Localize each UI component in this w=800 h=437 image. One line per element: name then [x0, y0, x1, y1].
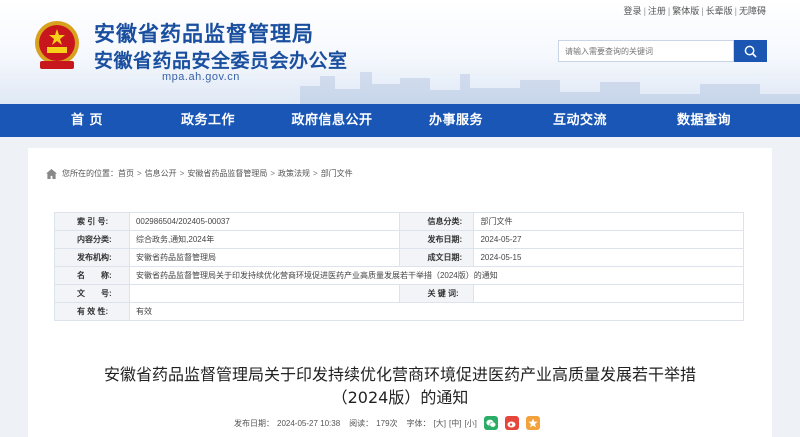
breadcrumb-home[interactable]: 首页: [118, 168, 134, 179]
site-subtitle: 安徽省药品安全委员会办公室: [94, 50, 348, 72]
font-small-button[interactable]: [小]: [464, 418, 476, 429]
star-icon: [528, 418, 538, 428]
search-icon: [744, 45, 757, 58]
index-number-label: 索 引 号:: [54, 212, 130, 231]
info-category-value: 部门文件: [473, 212, 744, 231]
table-row: 名 称: 安徽省药品监督管理局关于印发持续优化营商环境促进医药产业高质量发展若干…: [54, 266, 745, 285]
font-size-label: 字体：: [406, 418, 431, 428]
font-medium-button[interactable]: [中]: [449, 418, 461, 429]
doc-number-value: [128, 284, 400, 303]
nav-information-disclosure[interactable]: 政府信息公开: [270, 104, 394, 137]
views-label: 阅读：: [349, 418, 374, 428]
site-domain: mpa.ah.gov.cn: [162, 71, 240, 83]
qzone-share-button[interactable]: [525, 416, 540, 430]
written-date-label: 成文日期:: [398, 248, 475, 267]
national-emblem-icon: [35, 21, 79, 69]
publisher-label: 发布机构:: [54, 248, 130, 267]
content-category-label: 内容分类:: [54, 230, 130, 249]
document-metadata-table: 索 引 号: 002986504/202405-00037 信息分类: 部门文件…: [54, 212, 745, 321]
document-info-bar: 发布日期： 2024-05-27 10:38 阅读： 179次 字体： [大] …: [234, 416, 543, 430]
site-header: 安徽省药品监督管理局 安徽省药品安全委员会办公室 mpa.ah.gov.cn 登…: [0, 0, 800, 104]
info-category-label: 信息分类:: [398, 212, 475, 231]
document-title-line1: 安徽省药品监督管理局关于印发持续优化营商环境促进医药产业高质量发展若干举措: [103, 365, 696, 384]
breadcrumb-bureau[interactable]: 安徽省药品监督管理局: [187, 168, 267, 179]
home-icon: [46, 168, 57, 179]
breadcrumb-department-docs[interactable]: 部门文件: [321, 168, 353, 179]
breadcrumb-info-disclosure[interactable]: 信息公开: [145, 168, 177, 179]
keywords-label: 关 键 词:: [398, 284, 475, 303]
doc-name-value: 安徽省药品监督管理局关于印发持续优化营商环境促进医药产业高质量发展若干举措（20…: [128, 266, 745, 285]
doc-name-label: 名 称:: [54, 266, 130, 285]
table-row: 索 引 号: 002986504/202405-00037 信息分类: 部门文件: [54, 212, 744, 231]
publish-date-label: 发布日期:: [398, 230, 475, 249]
content-category-value: 综合政务,通知,2024年: [128, 230, 400, 249]
search-bar: [558, 40, 767, 62]
table-row: 文 号: 关 键 词:: [54, 284, 744, 303]
site-title: 安徽省药品监督管理局: [94, 22, 314, 46]
publish-date-value: 2024-05-27: [473, 230, 744, 249]
font-large-button[interactable]: [大]: [434, 418, 446, 429]
nav-data-query[interactable]: 数据查询: [642, 104, 766, 137]
search-button[interactable]: [734, 40, 767, 62]
content-panel: 您所在的位置： 首页 > 信息公开 > 安徽省药品监督管理局 > 政策法规 > 部门文件…: [28, 148, 772, 437]
wechat-share-button[interactable]: [483, 416, 498, 430]
breadcrumb-prefix: 您所在的位置：: [62, 169, 118, 178]
weibo-share-button[interactable]: [504, 416, 519, 430]
elder-version-link[interactable]: 长辈版: [706, 6, 733, 16]
document-title-line2: （2024版）的通知: [331, 388, 469, 407]
nav-services[interactable]: 办事服务: [394, 104, 518, 137]
publish-time-label: 发布日期：: [234, 418, 274, 428]
nav-home[interactable]: 首 页: [28, 104, 146, 137]
nav-government-affairs[interactable]: 政务工作: [146, 104, 270, 137]
validity-label: 有 效 性:: [54, 302, 130, 321]
publisher-value: 安徽省药品监督管理局: [128, 248, 400, 267]
table-row: 发布机构: 安徽省药品监督管理局 成文日期: 2024-05-15: [54, 248, 744, 267]
breadcrumb-policies[interactable]: 政策法规: [278, 168, 310, 179]
login-link[interactable]: 登录: [624, 6, 642, 16]
main-nav: 首 页 政务工作 政府信息公开 办事服务 互动交流 数据查询: [0, 104, 800, 137]
accessibility-link[interactable]: 无障碍: [739, 6, 766, 16]
index-number-value: 002986504/202405-00037: [128, 212, 400, 231]
top-links: 登录 | 注册 | 繁体版 | 长辈版 | 无障碍: [623, 6, 766, 16]
validity-value: 有效: [128, 302, 745, 321]
traditional-chinese-link[interactable]: 繁体版: [672, 6, 699, 16]
publish-time-value: 2024-05-27 10:38: [277, 418, 341, 428]
written-date-value: 2024-05-15: [473, 248, 744, 267]
doc-number-label: 文 号:: [54, 284, 130, 303]
weibo-icon: [507, 421, 516, 427]
table-row: 有 效 性: 有效: [54, 302, 745, 321]
wechat-icon: [486, 419, 496, 427]
breadcrumb: 您所在的位置： 首页 > 信息公开 > 安徽省药品监督管理局 > 政策法规 > 部门文件: [46, 168, 353, 179]
search-input[interactable]: [558, 40, 734, 62]
keywords-value: [473, 284, 744, 303]
table-row: 内容分类: 综合政务,通知,2024年 发布日期: 2024-05-27: [54, 230, 744, 249]
nav-interaction[interactable]: 互动交流: [518, 104, 642, 137]
register-link[interactable]: 注册: [648, 6, 666, 16]
views-value: 179次: [376, 418, 398, 428]
